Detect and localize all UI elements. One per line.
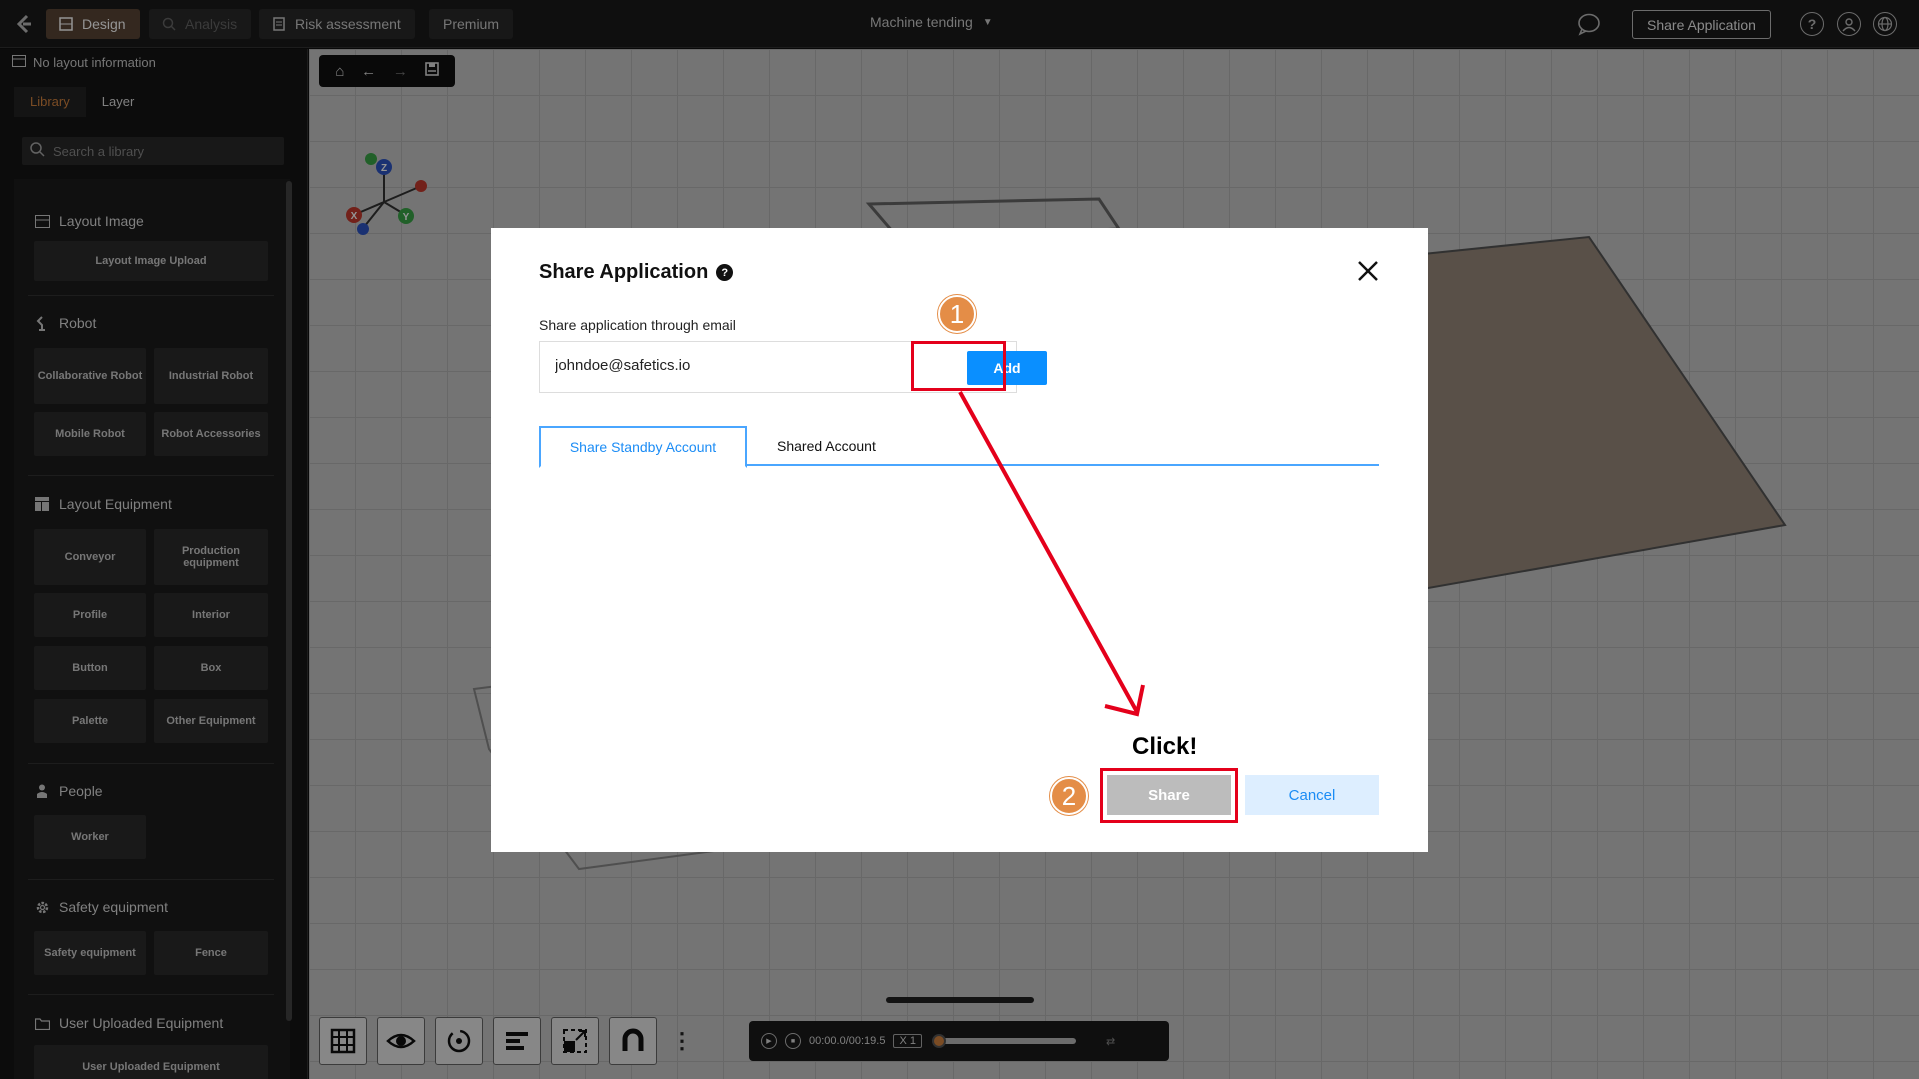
dialog-title-text: Share Application	[539, 261, 709, 283]
help-icon[interactable]: ?	[716, 264, 734, 281]
highlight-share-button	[1100, 768, 1238, 823]
account-tabs: Share Standby Account Shared Account	[539, 426, 1379, 468]
click-annotation: Click!	[1132, 733, 1198, 760]
email-field-label: Share application through email	[539, 317, 736, 333]
tab-shared-account[interactable]: Shared Account	[749, 426, 904, 466]
dialog-title: Share Application ?	[539, 261, 734, 284]
close-icon[interactable]	[1355, 258, 1381, 284]
highlight-add-button	[911, 341, 1006, 391]
email-field[interactable]	[555, 357, 885, 374]
cancel-button[interactable]: Cancel	[1245, 775, 1379, 815]
tab-share-standby-account[interactable]: Share Standby Account	[539, 426, 747, 468]
step-2-badge: 2	[1050, 777, 1088, 815]
step-1-badge: 1	[938, 295, 976, 333]
